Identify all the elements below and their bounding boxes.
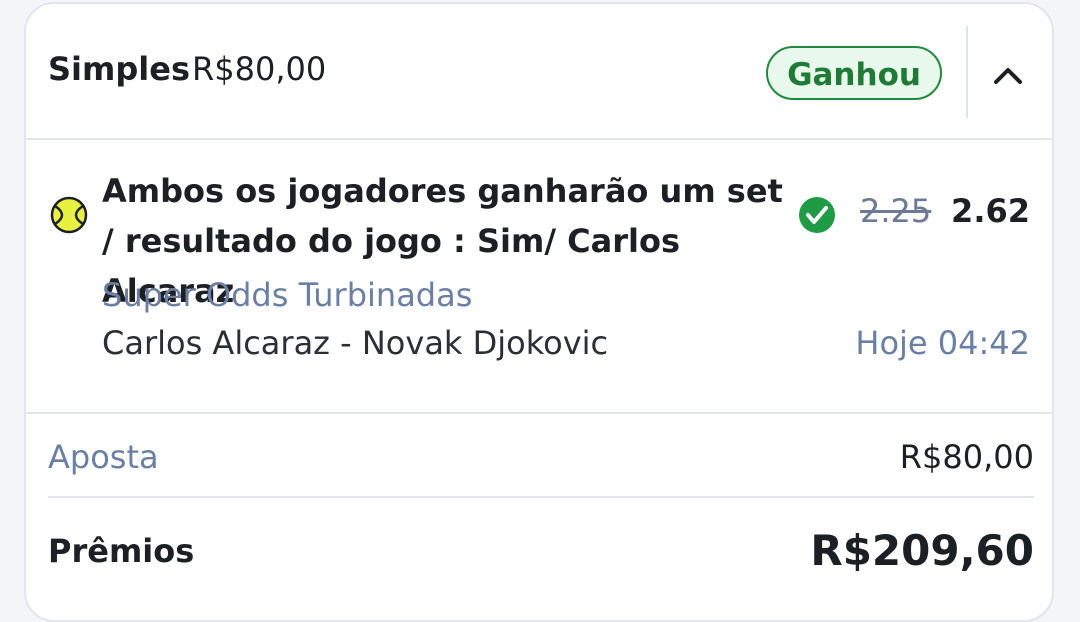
event-name: Carlos Alcaraz - Novak Djokovic [102, 324, 609, 362]
promo-label: Super Odds Turbinadas [102, 276, 473, 314]
prize-label: Prêmios [48, 532, 195, 570]
bet-card: Simples R$80,00 Ganhou Ambos os jogadore… [24, 2, 1054, 622]
status-badge: Ganhou [766, 46, 942, 100]
bet-type-label: Simples [48, 50, 190, 88]
boosted-odds: 2.62 [951, 192, 1030, 230]
check-circle-icon [798, 196, 836, 234]
header-divider [966, 26, 968, 118]
chevron-up-icon[interactable] [988, 58, 1028, 88]
prize-row: Prêmios R$209,60 [48, 498, 1034, 598]
stake-value: R$80,00 [899, 438, 1034, 476]
stake-row: Aposta R$80,00 [48, 414, 1034, 498]
selection-row: Ambos os jogadores ganharão um set / res… [26, 140, 1052, 414]
prize-value: R$209,60 [810, 526, 1034, 575]
event-time: Hoje 04:42 [855, 324, 1030, 362]
stake-label: Aposta [48, 438, 159, 476]
tennis-ball-icon [50, 196, 88, 234]
header-stake-amount: R$80,00 [192, 50, 327, 88]
bet-card-header: Simples R$80,00 Ganhou [26, 4, 1052, 140]
original-odds: 2.25 [860, 192, 932, 230]
